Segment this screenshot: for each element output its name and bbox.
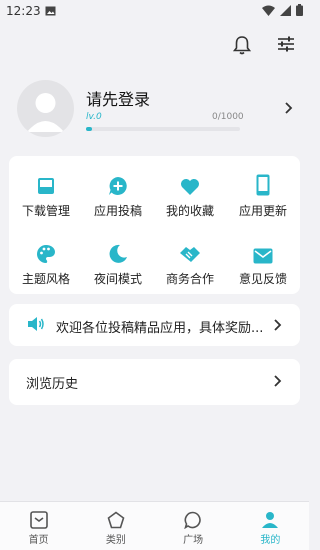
nav-label: 首页 [28,535,49,546]
signal-icon [280,4,291,19]
browse-history-label: 浏览历史 [26,377,79,392]
profile-section[interactable]: 请先登录 lv.0 0/1000 [17,80,307,140]
nav-label: 我的 [260,535,281,546]
grid-item-download[interactable]: 下载管理 [10,170,82,219]
grid-item-business[interactable]: 商务合作 [154,238,226,287]
heart-icon [154,170,226,196]
grid-item-feedback[interactable]: 意见反馈 [227,238,299,287]
grid-item-label: 主题风格 [21,272,70,286]
grid-item-label: 下载管理 [21,204,70,218]
status-bar: 12:23 [0,0,309,22]
login-prompt[interactable]: 请先登录 [86,86,150,110]
nav-label: 类别 [105,535,126,546]
battery-icon [296,4,303,19]
grid-item-label: 应用投稿 [93,204,142,218]
chevron-right-icon [273,317,282,336]
experience-count: 0/1000 [212,112,244,122]
person-icon [232,511,309,531]
bottom-navigation: 首页 类别 广场 我的 [0,501,309,550]
moon-icon [82,238,154,264]
grid-item-submit-app[interactable]: 应用投稿 [82,170,154,219]
grid-item-app-updates[interactable]: 应用更新 [227,170,299,219]
nav-home[interactable]: 首页 [0,502,77,550]
announcement-text: 欢迎各位投稿精品应用，具体奖励... [56,321,264,336]
wifi-icon [262,5,275,19]
speaker-icon [27,316,45,336]
settings-sliders-icon[interactable] [277,35,295,55]
home-inbox-icon [0,511,77,531]
nav-label: 广场 [183,535,204,546]
nav-mine[interactable]: 我的 [232,502,309,550]
chat-bubble-icon [155,511,232,531]
phone-icon [227,170,299,196]
grid-item-favorites[interactable]: 我的收藏 [154,170,226,219]
chevron-right-icon [273,373,282,392]
nav-categories[interactable]: 类别 [77,502,154,550]
grid-item-label: 夜间模式 [93,272,142,286]
announcement-card[interactable]: 欢迎各位投稿精品应用，具体奖励... [9,304,300,346]
experience-progress-bar [86,127,240,131]
bell-icon[interactable] [233,35,251,55]
grid-item-night-mode[interactable]: 夜间模式 [82,238,154,287]
experience-progress-fill [86,127,93,131]
grid-item-label: 应用更新 [238,204,287,218]
handshake-icon [154,238,226,264]
grid-item-label: 商务合作 [165,272,214,286]
avatar[interactable] [17,80,74,137]
download-tray-icon [10,170,82,196]
palette-icon [10,238,82,264]
image-notification-icon [45,5,56,19]
grid-item-label: 意见反馈 [238,272,287,286]
chevron-right-icon[interactable] [284,100,293,119]
grid-item-label: 我的收藏 [165,204,214,218]
features-grid-card: 下载管理 应用投稿 我的收藏 应用更新 主题风格 夜间模式 商务合作 意见反馈 [9,156,300,294]
level-label: lv.0 [86,112,102,122]
status-time: 12:23 [6,4,41,18]
grid-item-theme[interactable]: 主题风格 [10,238,82,287]
mail-icon [227,238,299,264]
browse-history-card[interactable]: 浏览历史 [9,359,300,405]
pentagon-icon [77,511,154,531]
chat-plus-icon [82,170,154,196]
nav-plaza[interactable]: 广场 [155,502,232,550]
